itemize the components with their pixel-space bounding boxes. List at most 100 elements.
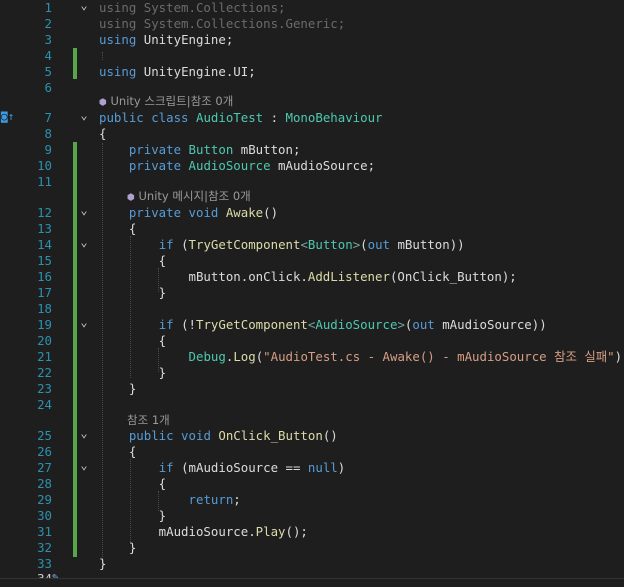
code-token: Debug [188, 349, 226, 364]
code-token: } [99, 365, 167, 380]
line-number: 14 [37, 237, 52, 252]
line-number: 11 [37, 174, 52, 189]
code-line[interactable]: 28 { [0, 476, 624, 492]
code-line[interactable]: 24 [0, 397, 624, 413]
line-number: 7 [44, 110, 52, 125]
code-line[interactable]: 11 [0, 174, 624, 190]
code-line[interactable]: 27 ⌄ if (mAudioSource == null) [0, 457, 624, 476]
code-line[interactable]: 30 } [0, 508, 624, 524]
code-text: { [99, 221, 136, 237]
line-number: 27 [37, 460, 52, 475]
line-number: 32 [37, 540, 52, 555]
code-token: public void [128, 428, 219, 443]
line-number: 5 [44, 64, 52, 79]
code-line[interactable]: 23 } [0, 381, 624, 397]
line-number: 30 [37, 508, 52, 523]
code-line[interactable]: 19 ⌄ if (!TryGetComponent<AudioSource>(ou… [0, 314, 624, 333]
code-line[interactable]: 22 } [0, 365, 624, 381]
code-token: } [99, 285, 167, 300]
fold-chevron-icon[interactable]: ⌄ [78, 0, 90, 13]
code-token: out [367, 237, 391, 252]
code-text: mButton.onClick.AddListener(OnClick_Butt… [99, 269, 517, 285]
code-token: AddListener [307, 269, 390, 284]
fold-chevron-icon[interactable]: ⌄ [78, 314, 90, 330]
code-text: using System.Collections.Generic; [99, 16, 345, 32]
fold-chevron-icon[interactable]: ⌄ [78, 202, 90, 218]
code-line[interactable]: 33} [0, 556, 624, 572]
code-line[interactable]: 9 private Button mButton; [0, 142, 624, 158]
code-line[interactable]: 29 return; [0, 492, 624, 508]
code-token: mButton.onClick. [99, 269, 308, 284]
line-number: 3 [44, 32, 52, 47]
code-line[interactable]: 1 ⌄ using System.Collections; [0, 0, 624, 16]
code-line[interactable]: 3 using UnityEngine; [0, 32, 624, 48]
code-token: mAudioSource; [270, 158, 376, 173]
code-line[interactable]: 6 [0, 80, 624, 96]
line-number: 9 [44, 142, 52, 157]
code-text: } [99, 556, 106, 572]
code-editor[interactable]: ⬢ Unity 스크립트|참조 0개 ⬢ Unity 메시지|참조 0개 참조 … [0, 0, 624, 586]
codelens-references[interactable]: 참조 1개 [127, 412, 170, 428]
fold-chevron-icon[interactable]: ⌄ [78, 457, 90, 473]
code-line[interactable]: 21 Debug.Log("AudioTest.cs - Awake() - m… [0, 349, 624, 365]
code-token: } [99, 381, 137, 396]
code-line[interactable]: 7 ⌄ public class AudioTest : MonoBehaviour [0, 107, 624, 126]
code-token: } [99, 540, 137, 555]
code-text: return; [99, 492, 241, 508]
code-line[interactable]: 8{ [0, 126, 624, 142]
fold-chevron-icon[interactable]: ⌄ [78, 234, 90, 250]
code-token: () [322, 428, 338, 443]
code-text: using System.Collections; [99, 0, 286, 16]
fold-chevron-icon[interactable]: ⌄ [78, 107, 90, 123]
code-line[interactable]: 10 private AudioSource mAudioSource; [0, 158, 624, 174]
code-text: { [99, 333, 166, 349]
code-token: private [128, 142, 189, 157]
code-line[interactable]: 26 { [0, 444, 624, 460]
code-token: null [307, 460, 338, 475]
code-line[interactable]: 5 using UnityEngine.UI; [0, 64, 624, 80]
code-token: ; [233, 492, 241, 507]
code-line[interactable]: 25 ⌄ public void OnClick_Button() [0, 425, 624, 444]
code-token: using [99, 64, 144, 79]
code-line[interactable]: 2 using System.Collections.Generic; [0, 16, 624, 32]
code-token: Button [307, 237, 353, 252]
fold-chevron-icon[interactable]: ⌄ [78, 425, 90, 441]
code-token: : [263, 110, 286, 125]
code-line[interactable]: 13 { [0, 221, 624, 237]
code-token: private [128, 158, 189, 173]
code-line[interactable]: 17 } [0, 285, 624, 301]
code-token: mAudioSource)) [434, 317, 547, 332]
code-line[interactable]: 15 { [0, 253, 624, 269]
code-text: private void Awake() [99, 205, 278, 221]
code-line[interactable]: 32 } [0, 540, 624, 556]
code-token: { [99, 444, 137, 459]
line-number: 18 [37, 301, 52, 316]
code-line[interactable]: 4 [0, 48, 624, 64]
line-number: 24 [37, 397, 52, 412]
line-number: 23 [37, 381, 52, 396]
code-line[interactable]: 12 ⌄ private void Awake() [0, 202, 624, 221]
code-token: "AudioTest.cs - Awake() - mAudioSource 참… [263, 349, 615, 364]
code-line[interactable]: 31 mAudioSource.Play(); [0, 524, 624, 540]
code-token: if [158, 317, 182, 332]
code-text: using UnityEngine.UI; [99, 64, 256, 80]
line-number: 16 [37, 269, 52, 284]
code-token: (); [285, 524, 308, 539]
code-line[interactable]: 20 { [0, 333, 624, 349]
line-number: 33 [37, 556, 52, 571]
line-number: 4 [44, 48, 52, 63]
codelens-unity-message[interactable]: ⬢ Unity 메시지|참조 0개 [127, 188, 251, 204]
code-line[interactable]: 16 mButton.onClick.AddListener(OnClick_B… [0, 269, 624, 285]
code-token: if [158, 237, 182, 252]
line-number: 17 [37, 285, 52, 300]
code-line[interactable]: 18 [0, 301, 624, 317]
code-token: Play [255, 524, 286, 539]
unity-icon: ⬢ [99, 98, 107, 108]
code-token: { [99, 221, 137, 236]
code-line[interactable]: 14 ⌄ if (TryGetComponent<Button>(out mBut… [0, 234, 624, 253]
